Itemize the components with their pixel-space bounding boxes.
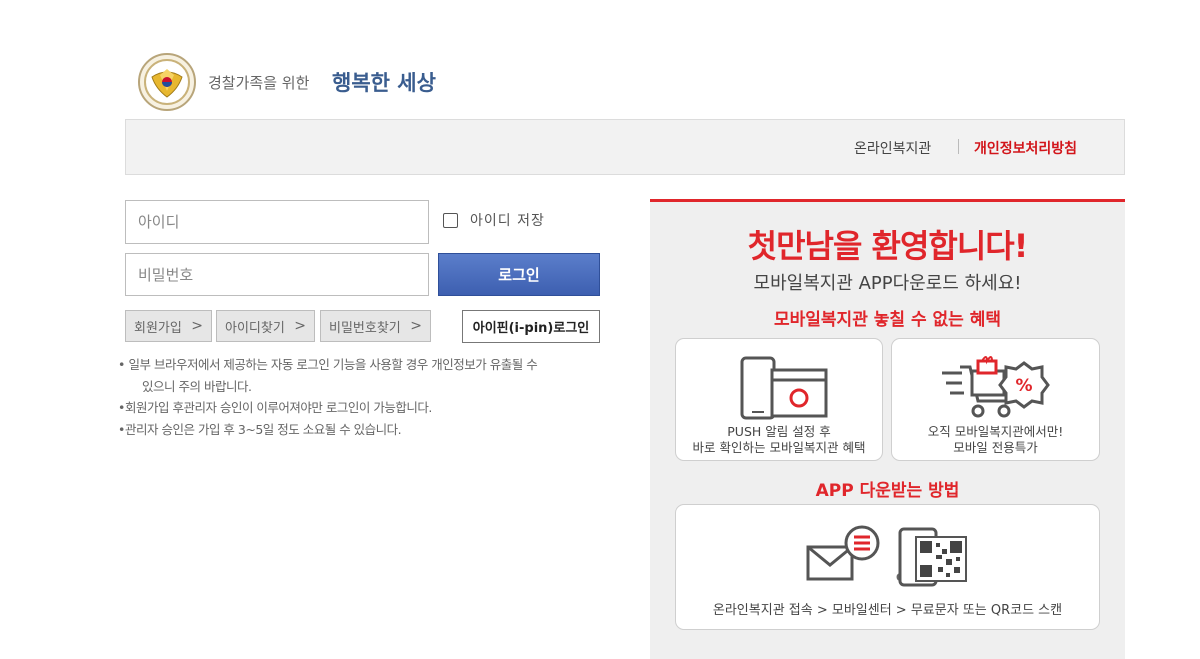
login-notice-list: 일부 브라우저에서 제공하는 자동 로그인 기능을 사용할 경우 개인정보가 유… bbox=[118, 354, 608, 440]
save-id-checkbox[interactable] bbox=[443, 212, 458, 228]
notice-text: 일부 브라우저에서 제공하는 자동 로그인 기능을 사용할 경우 개인정보가 유… bbox=[128, 357, 538, 372]
notice-text: 회원가입 후관리자 승인이 이루어져야만 로그인이 가능합니다. bbox=[125, 400, 432, 415]
benefits-heading: 모바일복지관 놓칠 수 없는 혜택 bbox=[774, 310, 1001, 330]
find-id-button[interactable]: 아이디찾기 > bbox=[216, 310, 315, 342]
find-password-button-label: 비밀번호찾기 bbox=[329, 320, 401, 336]
notice-text-continued: 있으니 주의 바랍니다. bbox=[142, 378, 252, 394]
top-nav-bar: 온라인복지관 개인정보처리방침 bbox=[125, 119, 1125, 175]
id-input[interactable] bbox=[125, 200, 429, 244]
shopping-cart-discount-icon: % bbox=[942, 356, 1050, 418]
push-benefit-text: PUSH 알림 설정 후 바로 확인하는 모바일복지관 혜택 bbox=[676, 424, 882, 456]
exclusive-deal-line2: 모바일 전용특가 bbox=[953, 440, 1038, 455]
promo-subtitle: 모바일복지관 APP다운로드 하세요! bbox=[753, 273, 1022, 294]
password-input[interactable] bbox=[125, 253, 429, 296]
qr-code-phone-icon bbox=[898, 527, 967, 587]
exclusive-deal-card: % 오직 모바일복지관에서만! 모바일 전용특가 bbox=[891, 338, 1100, 461]
mobile-app-promo-panel: 첫만남을 환영합니다! 모바일복지관 APP다운로드 하세요! 모바일복지관 놓… bbox=[650, 199, 1125, 659]
notice-item: 관리자 승인은 가입 후 3~5일 정도 소요될 수 있습니다. bbox=[118, 419, 608, 441]
chevron-right-icon: > bbox=[191, 318, 203, 334]
message-icon bbox=[806, 525, 880, 581]
nav-divider bbox=[958, 139, 959, 154]
exclusive-deal-line1: 오직 모바일복지관에서만! bbox=[927, 424, 1064, 439]
notice-item: 회원가입 후관리자 승인이 이루어져야만 로그인이 가능합니다. bbox=[118, 397, 608, 419]
app-download-heading: APP 다운받는 방법 bbox=[815, 481, 960, 501]
app-download-steps: 온라인복지관 접속 > 모바일센터 > 무료문자 또는 QR코드 스캔 bbox=[712, 603, 1063, 618]
privacy-policy-link[interactable]: 개인정보처리방침 bbox=[974, 138, 1077, 158]
find-password-button[interactable]: 비밀번호찾기 > bbox=[320, 310, 431, 342]
find-id-button-label: 아이디찾기 bbox=[225, 320, 285, 336]
chevron-right-icon: > bbox=[410, 318, 422, 334]
push-benefit-card: PUSH 알림 설정 후 바로 확인하는 모바일복지관 혜택 bbox=[675, 338, 883, 461]
svg-text:%: % bbox=[1015, 376, 1032, 396]
app-download-card: OR 온라인복지관 접속 > 모바일센터 > 무료문자 또는 QR코드 스캔 bbox=[675, 504, 1100, 630]
save-id-option[interactable]: 아이디 저장 bbox=[443, 210, 545, 230]
join-button-label: 회원가입 bbox=[134, 320, 182, 336]
push-benefit-line1: PUSH 알림 설정 후 bbox=[727, 424, 831, 439]
login-button[interactable]: 로그인 bbox=[438, 253, 600, 296]
exclusive-deal-text: 오직 모바일복지관에서만! 모바일 전용특가 bbox=[892, 424, 1099, 456]
save-id-label: 아이디 저장 bbox=[470, 213, 545, 229]
join-button[interactable]: 회원가입 > bbox=[125, 310, 212, 342]
notice-text: 관리자 승인은 가입 후 3~5일 정도 소요될 수 있습니다. bbox=[125, 421, 402, 437]
notice-item: 일부 브라우저에서 제공하는 자동 로그인 기능을 사용할 경우 개인정보가 유… bbox=[118, 354, 608, 397]
ipin-login-button[interactable]: 아이핀(i-pin)로그인 bbox=[462, 310, 600, 343]
chevron-right-icon: > bbox=[294, 318, 306, 334]
police-emblem-logo[interactable] bbox=[138, 53, 196, 111]
push-benefit-line2: 바로 확인하는 모바일복지관 혜택 bbox=[692, 440, 866, 455]
brand-title: 행복한 세상 bbox=[332, 71, 436, 95]
brand-subtitle: 경찰가족을 위한 bbox=[208, 74, 310, 92]
promo-title: 첫만남을 환영합니다! bbox=[747, 227, 1029, 265]
online-welfare-link[interactable]: 온라인복지관 bbox=[854, 138, 931, 158]
phone-browser-icon bbox=[740, 356, 828, 420]
